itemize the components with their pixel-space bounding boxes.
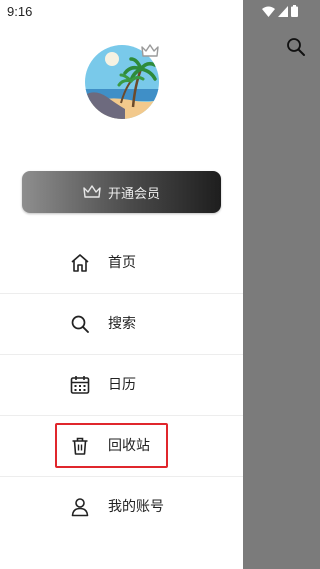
home-icon	[71, 254, 89, 272]
vip-membership-button[interactable]: 开通会员	[22, 171, 221, 213]
menu-item-search[interactable]: 搜索	[0, 294, 243, 354]
crown-icon	[83, 185, 101, 198]
signal-icon	[278, 5, 288, 17]
user-icon	[71, 498, 89, 517]
highlight-box	[55, 423, 168, 468]
navigation-drawer: 开通会员 首页 搜索 日历 回收站 我的账号	[0, 0, 243, 569]
menu-item-home[interactable]: 首页	[0, 233, 243, 293]
menu-item-label: 搜索	[108, 316, 136, 332]
menu-item-my-account[interactable]: 我的账号	[0, 477, 243, 537]
wifi-icon	[262, 6, 275, 17]
menu-item-calendar[interactable]: 日历	[0, 355, 243, 415]
status-bar: 9:16	[0, 0, 320, 24]
crown-badge-icon	[141, 44, 159, 57]
vip-button-label: 开通会员	[107, 186, 160, 202]
search-icon[interactable]	[285, 36, 307, 58]
menu-item-label: 日历	[108, 377, 136, 393]
menu-item-label: 首页	[108, 255, 136, 271]
calendar-icon	[70, 376, 90, 394]
drawer-scrim[interactable]	[243, 0, 320, 569]
status-time: 9:16	[7, 4, 33, 19]
battery-icon	[291, 5, 298, 17]
menu-item-label: 我的账号	[108, 499, 164, 515]
status-icons	[262, 5, 298, 17]
search-icon	[71, 315, 89, 333]
